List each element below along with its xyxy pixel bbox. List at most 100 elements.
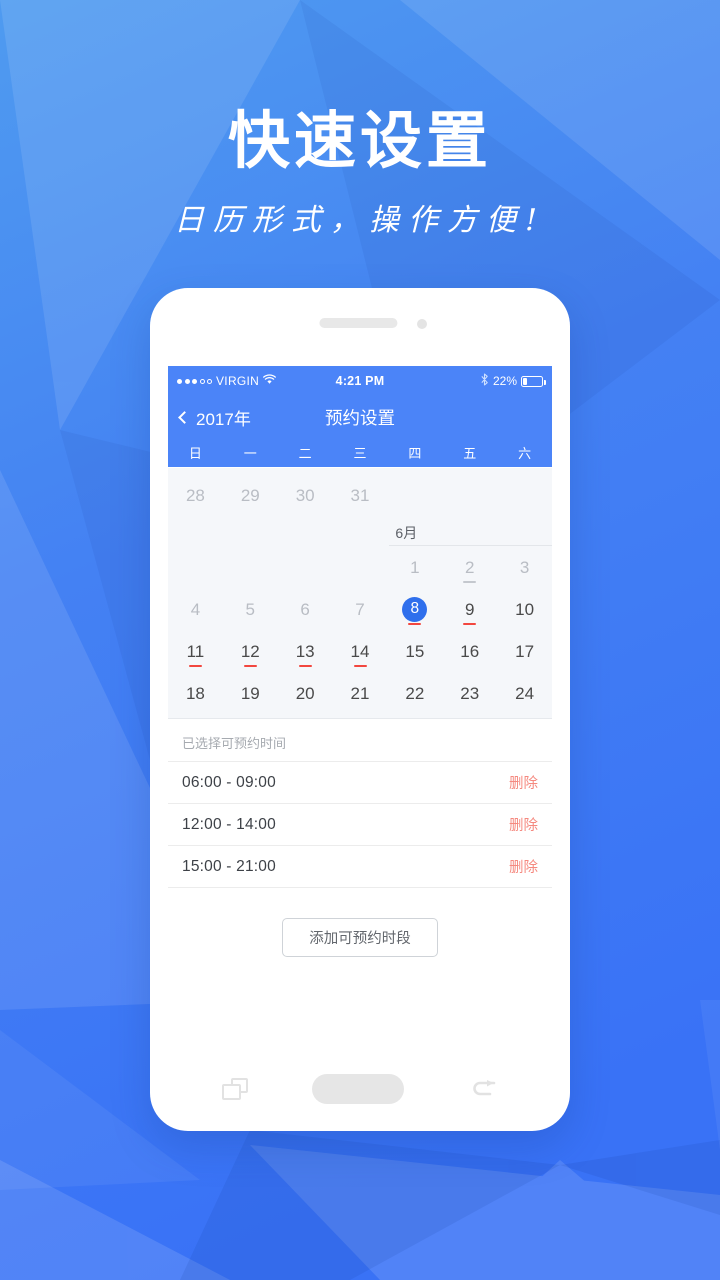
slot-row[interactable]: 06:00 - 09:00 删除 [168,762,552,804]
calendar-day-number: 2 [464,557,475,577]
slot-time-label: 06:00 - 09:00 [182,773,276,791]
calendar-day-empty [278,546,333,588]
calendar-day-number: 30 [295,485,315,505]
status-bar-clock: 4:21 PM [335,374,385,388]
home-pill-icon[interactable] [312,1073,404,1104]
calendar-grid: 28 29 30 31 6月 123 4 5 6 7 8 9 10 11 12 13 14 15 16 17 … [168,468,552,718]
phone-screen: VIRGIN 4:21 PM 22% 2017年 预约设置 日 一 二 三 四 … [168,366,552,1046]
calendar-day-7[interactable]: 7 [333,588,388,630]
calendar-day-number: 29 [240,485,260,505]
calendar-day-4[interactable]: 4 [168,588,223,630]
calendar-day-number: 5 [245,599,256,619]
slot-row[interactable]: 15:00 - 21:00 删除 [168,846,552,888]
add-slot-container: 添加可预约时段 [168,888,552,957]
calendar-day-number: 21 [350,683,370,703]
slots-section-title: 已选择可预约时间 [168,719,552,762]
slot-time-label: 15:00 - 21:00 [182,857,276,875]
weekday-tue: 二 [298,446,312,461]
weekday-fri: 五 [463,446,477,461]
calendar-day-empty [168,546,223,588]
android-navigation-bar [150,1046,570,1131]
calendar-day-number: 18 [185,683,205,703]
slot-row[interactable]: 12:00 - 14:00 删除 [168,804,552,846]
calendar-day-28[interactable]: 28 [168,474,223,516]
calendar-day-number: 9 [464,599,475,619]
delete-slot-button[interactable]: 删除 [509,772,538,793]
calendar-day-23[interactable]: 23 [442,672,497,714]
calendar-day-number: 24 [515,683,535,703]
calendar-day-number: 6 [300,599,310,619]
calendar-day-marker [353,665,367,667]
calendar-day-number: 20 [295,683,315,703]
calendar-day-number: 11 [186,641,205,661]
delete-slot-button[interactable]: 删除 [509,856,538,877]
calendar-day-number: 15 [405,641,425,661]
delete-slot-button[interactable]: 删除 [509,814,538,835]
back-button[interactable]: 2017年 [168,405,251,430]
carrier-label: VIRGIN [216,374,260,388]
calendar-day-21[interactable]: 21 [333,672,388,714]
wifi-icon [263,374,277,388]
calendar-day-number: 23 [460,683,480,703]
signal-strength-icon [177,378,212,384]
app-navbar: 2017年 预约设置 [168,396,552,438]
calendar-day-24[interactable]: 24 [497,672,552,714]
recent-apps-icon[interactable] [222,1077,248,1100]
calendar-week-row: 28 29 30 31 [168,474,552,516]
calendar-day-31[interactable]: 31 [333,474,388,516]
speaker-grille-icon [319,318,398,328]
status-bar-left: VIRGIN [177,374,336,388]
calendar-day-18[interactable]: 18 [168,672,223,714]
add-slot-button[interactable]: 添加可预约时段 [282,918,438,957]
calendar-day-5[interactable]: 5 [223,588,278,630]
calendar-day-number: 7 [355,599,365,619]
calendar-day-number: 17 [515,641,535,661]
calendar-day-2[interactable]: 2 [442,546,497,588]
calendar-day-6[interactable]: 6 [278,588,333,630]
calendar-day-empty [223,546,278,588]
calendar-day-marker [463,581,477,583]
back-arrow-icon[interactable] [468,1078,498,1100]
calendar-day-20[interactable]: 20 [278,672,333,714]
calendar-day-13[interactable]: 13 [278,630,333,672]
chevron-left-icon [178,410,191,424]
calendar-day-30[interactable]: 30 [278,474,333,516]
calendar-day-17[interactable]: 17 [497,630,552,672]
calendar-week-row: 11 12 13 14 15 16 17 [168,630,552,672]
calendar-day-16[interactable]: 16 [442,630,497,672]
weekday-sun: 日 [188,446,202,461]
calendar-day-empty [497,474,552,516]
calendar-week-row: 1 2 3 [168,546,552,588]
calendar-month-label: 6月 [395,525,418,541]
phone-mockup: VIRGIN 4:21 PM 22% 2017年 预约设置 日 一 二 三 四 … [150,288,570,1131]
calendar-weekday-header: 日 一 二 三 四 五 六 [168,438,552,468]
calendar-day-1[interactable]: 1 [387,546,442,588]
phone-top-bezel [150,288,570,366]
slot-time-label: 12:00 - 14:00 [182,815,276,833]
calendar-day-19[interactable]: 19 [223,672,278,714]
calendar-day-number: 19 [240,683,260,703]
calendar-day-3[interactable]: 3 [497,546,552,588]
calendar-week-row: 18 19 20 21 22 23 24 [168,672,552,714]
back-button-label: 2017年 [196,409,251,429]
calendar-day-9[interactable]: 9 [442,588,497,630]
weekday-thu: 四 [408,446,422,461]
calendar-day-empty [442,474,497,516]
weekday-sat: 六 [518,446,532,461]
status-bar: VIRGIN 4:21 PM 22% [168,366,552,396]
calendar-day-number: 22 [405,683,425,703]
calendar-day-15[interactable]: 15 [387,630,442,672]
calendar-day-12[interactable]: 12 [223,630,278,672]
calendar-day-29[interactable]: 29 [223,474,278,516]
calendar-day-marker [243,665,257,667]
calendar-day-14[interactable]: 14 [333,630,388,672]
calendar-day-22[interactable]: 22 [387,672,442,714]
calendar-day-number: 8 [402,596,428,622]
calendar-day-number: 13 [295,641,315,661]
status-bar-right: 22% [384,373,546,389]
calendar-day-marker [463,623,477,625]
calendar-day-number: 28 [185,485,205,505]
calendar-day-8[interactable]: 8 [387,588,442,630]
calendar-day-11[interactable]: 11 [168,630,223,672]
calendar-day-10[interactable]: 10 [497,588,552,630]
